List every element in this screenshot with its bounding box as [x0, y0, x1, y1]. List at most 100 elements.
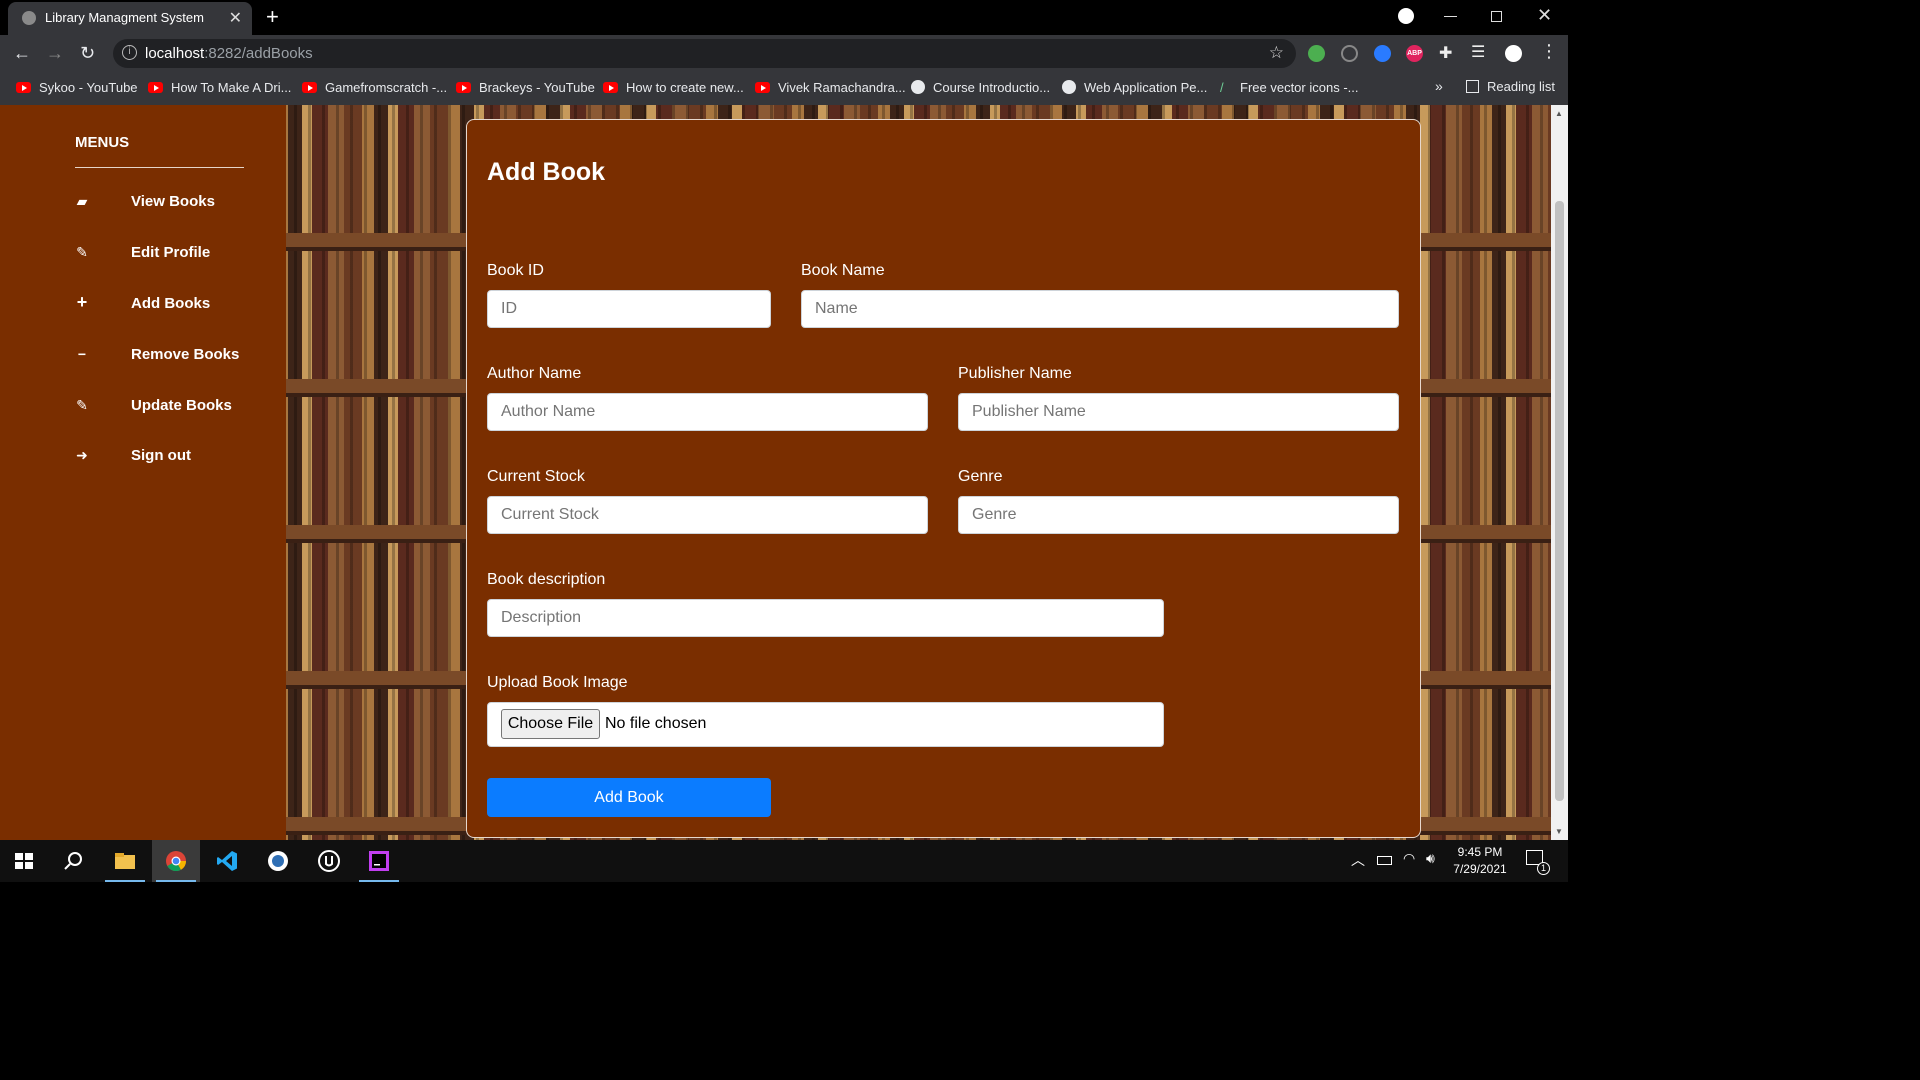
intellij-icon [369, 851, 389, 871]
taskbar-search-button[interactable] [49, 840, 97, 882]
book-id-input[interactable] [487, 290, 771, 328]
author-name-label: Author Name [487, 365, 582, 382]
taskbar-app[interactable] [254, 840, 302, 882]
battery-icon[interactable] [1377, 856, 1392, 865]
plus-icon: + [76, 292, 88, 312]
sidebar-divider [75, 167, 244, 168]
system-clock[interactable]: 9:45 PM 7/29/2021 [1448, 844, 1512, 878]
bookmark-item[interactable]: Brackeys - YouTube [456, 80, 595, 95]
tab-close-button[interactable]: ✕ [229, 8, 242, 28]
forward-icon[interactable]: → [46, 43, 64, 64]
back-icon[interactable]: ← [13, 43, 31, 64]
scroll-down-icon[interactable]: ▼ [1555, 827, 1563, 836]
taskbar-unreal-engine[interactable] [305, 840, 353, 882]
bookmark-item[interactable]: Course Introductio... [911, 80, 1050, 95]
book-description-input[interactable] [487, 599, 1164, 637]
bookmark-item[interactable]: / Free vector icons -... [1220, 80, 1358, 95]
genre-input[interactable] [958, 496, 1399, 534]
page-title: Add Book [487, 158, 606, 186]
book-id-label: Book ID [487, 262, 544, 279]
extension-icon[interactable] [1308, 45, 1325, 62]
new-tab-button[interactable]: + [266, 4, 279, 30]
site-info-icon[interactable]: i [122, 45, 137, 60]
globe-icon [1062, 80, 1076, 94]
taskbar-intellij[interactable] [355, 840, 403, 882]
bookmark-item[interactable]: Gamefromscratch -... [302, 80, 447, 95]
bookmark-item[interactable]: How to create new... [603, 80, 744, 95]
youtube-icon [603, 82, 618, 93]
bookmark-star-icon[interactable]: ☆ [1269, 43, 1284, 63]
publisher-name-input[interactable] [958, 393, 1399, 431]
bookmark-item[interactable]: Sykoo - YouTube [16, 80, 138, 95]
current-stock-input[interactable] [487, 496, 928, 534]
page-viewport: MENUS ▰ View Books ✎ Edit Profile + Add … [0, 105, 1551, 840]
url-text: localhost:8282/addBooks [145, 45, 313, 62]
active-indicator [105, 880, 145, 882]
sidebar: MENUS ▰ View Books ✎ Edit Profile + Add … [0, 105, 286, 840]
current-stock-label: Current Stock [487, 468, 585, 485]
more-bookmarks-button[interactable]: » [1435, 78, 1443, 94]
close-window-icon[interactable]: ✕ [1537, 5, 1552, 26]
media-control-icon[interactable]: ☰ [1471, 42, 1488, 61]
scroll-up-icon[interactable]: ▲ [1555, 109, 1563, 118]
bookmark-item[interactable]: How To Make A Dri... [148, 80, 291, 95]
youtube-icon [456, 82, 471, 93]
book-icon: ▰ [76, 193, 88, 209]
tray-expand-icon[interactable]: ︿ [1351, 850, 1365, 870]
bookmark-item[interactable]: Web Application Pe... [1062, 80, 1207, 95]
reload-icon[interactable]: ↻ [80, 43, 95, 64]
reading-list-button[interactable]: Reading list [1466, 79, 1555, 94]
unreal-engine-icon [318, 850, 340, 872]
youtube-icon [16, 82, 31, 93]
start-button[interactable] [0, 840, 48, 882]
volume-icon[interactable]: 🔊︎ [1426, 850, 1435, 867]
page-scrollbar[interactable]: ▲ ▼ [1551, 105, 1568, 840]
sidebar-item-view-books[interactable]: ▰ View Books [75, 191, 265, 221]
profile-avatar-icon[interactable] [1505, 45, 1522, 62]
sign-out-icon: ➜ [76, 447, 88, 463]
minus-icon: − [77, 346, 87, 362]
taskbar-vscode[interactable] [203, 840, 251, 882]
sidebar-item-remove-books[interactable]: − Remove Books [75, 344, 265, 374]
profile-menu-icon[interactable] [1398, 8, 1414, 24]
globe-icon [911, 80, 925, 94]
upload-image-field[interactable]: Choose File No file chosen [487, 702, 1164, 747]
clock-date: 7/29/2021 [1453, 862, 1507, 876]
sidebar-title: MENUS [75, 134, 130, 151]
youtube-icon [148, 82, 163, 93]
tab-title: Library Managment System [45, 10, 204, 25]
browser-tab[interactable]: Library Managment System ✕ [8, 2, 252, 35]
search-icon [64, 852, 82, 870]
extension-icon[interactable] [1374, 45, 1391, 62]
notification-count-badge: 1 [1537, 862, 1550, 875]
extension-icon[interactable] [1341, 45, 1358, 62]
taskbar-file-explorer[interactable] [101, 840, 149, 882]
taskbar-chrome[interactable] [152, 840, 200, 882]
wifi-icon[interactable]: ◠ [1403, 850, 1415, 867]
browser-menu-icon[interactable]: ⋮ [1540, 41, 1558, 61]
windows-icon [15, 853, 33, 869]
upload-image-label: Upload Book Image [487, 674, 628, 691]
taskbar: ︿ ◠ 🔊︎ 9:45 PM 7/29/2021 1 [0, 840, 1568, 882]
restore-icon[interactable] [1491, 11, 1502, 22]
minimize-icon[interactable] [1444, 16, 1457, 17]
adblock-icon[interactable]: ABP [1406, 45, 1423, 62]
browser-toolbar: ← → ↻ i localhost:8282/addBooks ☆ ABP ✚ … [0, 35, 1568, 72]
author-name-input[interactable] [487, 393, 928, 431]
address-bar[interactable]: i localhost:8282/addBooks ☆ [113, 39, 1296, 68]
file-status-text: No file chosen [605, 715, 707, 732]
choose-file-button[interactable]: Choose File [501, 709, 600, 739]
bookmark-item[interactable]: Vivek Ramachandra... [755, 80, 906, 95]
book-description-label: Book description [487, 571, 606, 588]
scroll-thumb[interactable] [1555, 201, 1564, 801]
add-book-button[interactable]: Add Book [487, 778, 771, 817]
sidebar-item-sign-out[interactable]: ➜ Sign out [75, 445, 265, 475]
globe-icon [22, 11, 36, 25]
youtube-icon [302, 82, 317, 93]
sidebar-item-add-books[interactable]: + Add Books [75, 292, 265, 323]
book-name-input[interactable] [801, 290, 1399, 328]
edit-icon: ✎ [76, 397, 88, 413]
sidebar-item-edit-profile[interactable]: ✎ Edit Profile [75, 242, 265, 272]
extensions-puzzle-icon[interactable]: ✚ [1439, 43, 1456, 62]
sidebar-item-update-books[interactable]: ✎ Update Books [75, 395, 265, 425]
